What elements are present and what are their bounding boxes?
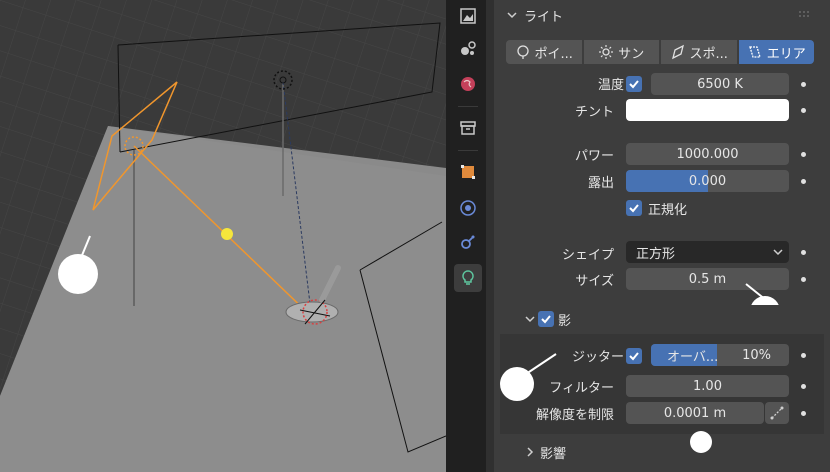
3d-viewport[interactable]: [0, 0, 446, 472]
exposure-field[interactable]: 0.000: [626, 170, 789, 192]
resolution-limit-field[interactable]: 0.0001 m: [626, 402, 764, 424]
chevron-down-icon[interactable]: [524, 313, 536, 325]
render-icon: [460, 8, 476, 24]
light-panel-title[interactable]: ライト: [524, 6, 563, 25]
check-icon: [541, 315, 551, 324]
light-type-sun[interactable]: サン: [583, 40, 659, 64]
tab-collection[interactable]: [454, 114, 482, 142]
temperature-label: 温度: [597, 78, 624, 93]
chevron-down-icon: [773, 249, 783, 256]
particles-icon: [461, 41, 476, 55]
shape-label: シェイプ: [561, 248, 614, 263]
annotation-marker: [58, 254, 98, 294]
tab-light-data[interactable]: [454, 264, 482, 292]
light-type-spot[interactable]: スポ...: [661, 40, 737, 64]
temperature-keyframe-dot[interactable]: [801, 82, 806, 87]
size-label: サイズ: [575, 274, 614, 289]
annotation-marker: [500, 367, 534, 401]
point-light-icon: [516, 45, 529, 59]
viewport-scene: [0, 0, 446, 472]
shape-keyframe-dot[interactable]: [801, 250, 806, 255]
world-icon: [461, 77, 475, 91]
tab-constraints[interactable]: [454, 228, 482, 256]
drag-handle-icon[interactable]: [798, 10, 812, 18]
tab-object[interactable]: [454, 158, 482, 186]
power-keyframe-dot[interactable]: [801, 152, 806, 157]
jitter-keyframe-dot[interactable]: [801, 353, 806, 358]
properties-panel: ライト ポイ... サン スポ... エリア 温度 6500 K チント パワー…: [486, 0, 830, 472]
jitter-overblur-slider[interactable]: オーバ... 10%: [651, 344, 789, 366]
check-icon: [629, 204, 639, 213]
filter-keyframe-dot[interactable]: [801, 384, 806, 389]
tint-label: チント: [574, 105, 614, 120]
tab-render[interactable]: [454, 2, 482, 30]
distance-icon: [770, 406, 784, 420]
chevron-right-icon[interactable]: [524, 446, 536, 458]
tab-physics[interactable]: [454, 194, 482, 222]
temperature-field[interactable]: 6500 K: [651, 73, 789, 95]
tab-particles[interactable]: [454, 34, 482, 62]
filter-label: フィルター: [549, 381, 614, 396]
exposure-keyframe-dot[interactable]: [801, 179, 806, 184]
influence-subpanel-title[interactable]: 影響: [540, 443, 566, 462]
power-label: パワー: [574, 149, 614, 164]
normalize-checkbox[interactable]: [626, 200, 642, 216]
jitter-checkbox[interactable]: [626, 348, 642, 364]
shadow-subpanel-title: 影: [558, 314, 572, 329]
tint-color-swatch[interactable]: [626, 99, 789, 121]
light-type-area[interactable]: エリア: [738, 40, 814, 64]
light-type-selector: ポイ... サン スポ... エリア: [506, 40, 814, 64]
resolution-limit-label: 解像度を制限: [535, 408, 614, 423]
temperature-checkbox[interactable]: [626, 76, 642, 92]
properties-tabs: [450, 0, 486, 472]
jitter-label: ジッター: [571, 350, 624, 365]
tab-world[interactable]: [454, 70, 482, 98]
collection-icon: [460, 121, 476, 135]
resolution-limit-keyframe-dot[interactable]: [801, 411, 806, 416]
normalize-label: 正規化: [648, 203, 688, 218]
filter-field[interactable]: 1.00: [626, 375, 789, 397]
light-type-point[interactable]: ポイ...: [506, 40, 582, 64]
shape-dropdown[interactable]: 正方形: [626, 241, 789, 263]
area-light-icon: [748, 46, 761, 58]
constraints-icon: [461, 235, 475, 249]
light-properties: ライト ポイ... サン スポ... エリア 温度 6500 K チント パワー…: [494, 0, 830, 472]
exposure-label: 露出: [587, 176, 614, 191]
check-icon: [629, 352, 639, 361]
shadow-checkbox[interactable]: [538, 311, 554, 327]
size-keyframe-dot[interactable]: [801, 277, 806, 282]
tint-keyframe-dot[interactable]: [801, 108, 806, 113]
sun-light-icon: [599, 45, 614, 59]
chevron-down-icon[interactable]: [506, 9, 518, 21]
power-field[interactable]: 1000.000: [626, 143, 789, 165]
spot-light-icon: [671, 44, 684, 60]
object-icon: [461, 165, 475, 179]
eyedropper-button[interactable]: [765, 402, 789, 424]
annotation-marker: [690, 431, 712, 453]
light-target-handle: [221, 228, 233, 240]
physics-icon: [460, 200, 476, 216]
light-data-icon: [462, 270, 474, 285]
check-icon: [629, 80, 639, 89]
